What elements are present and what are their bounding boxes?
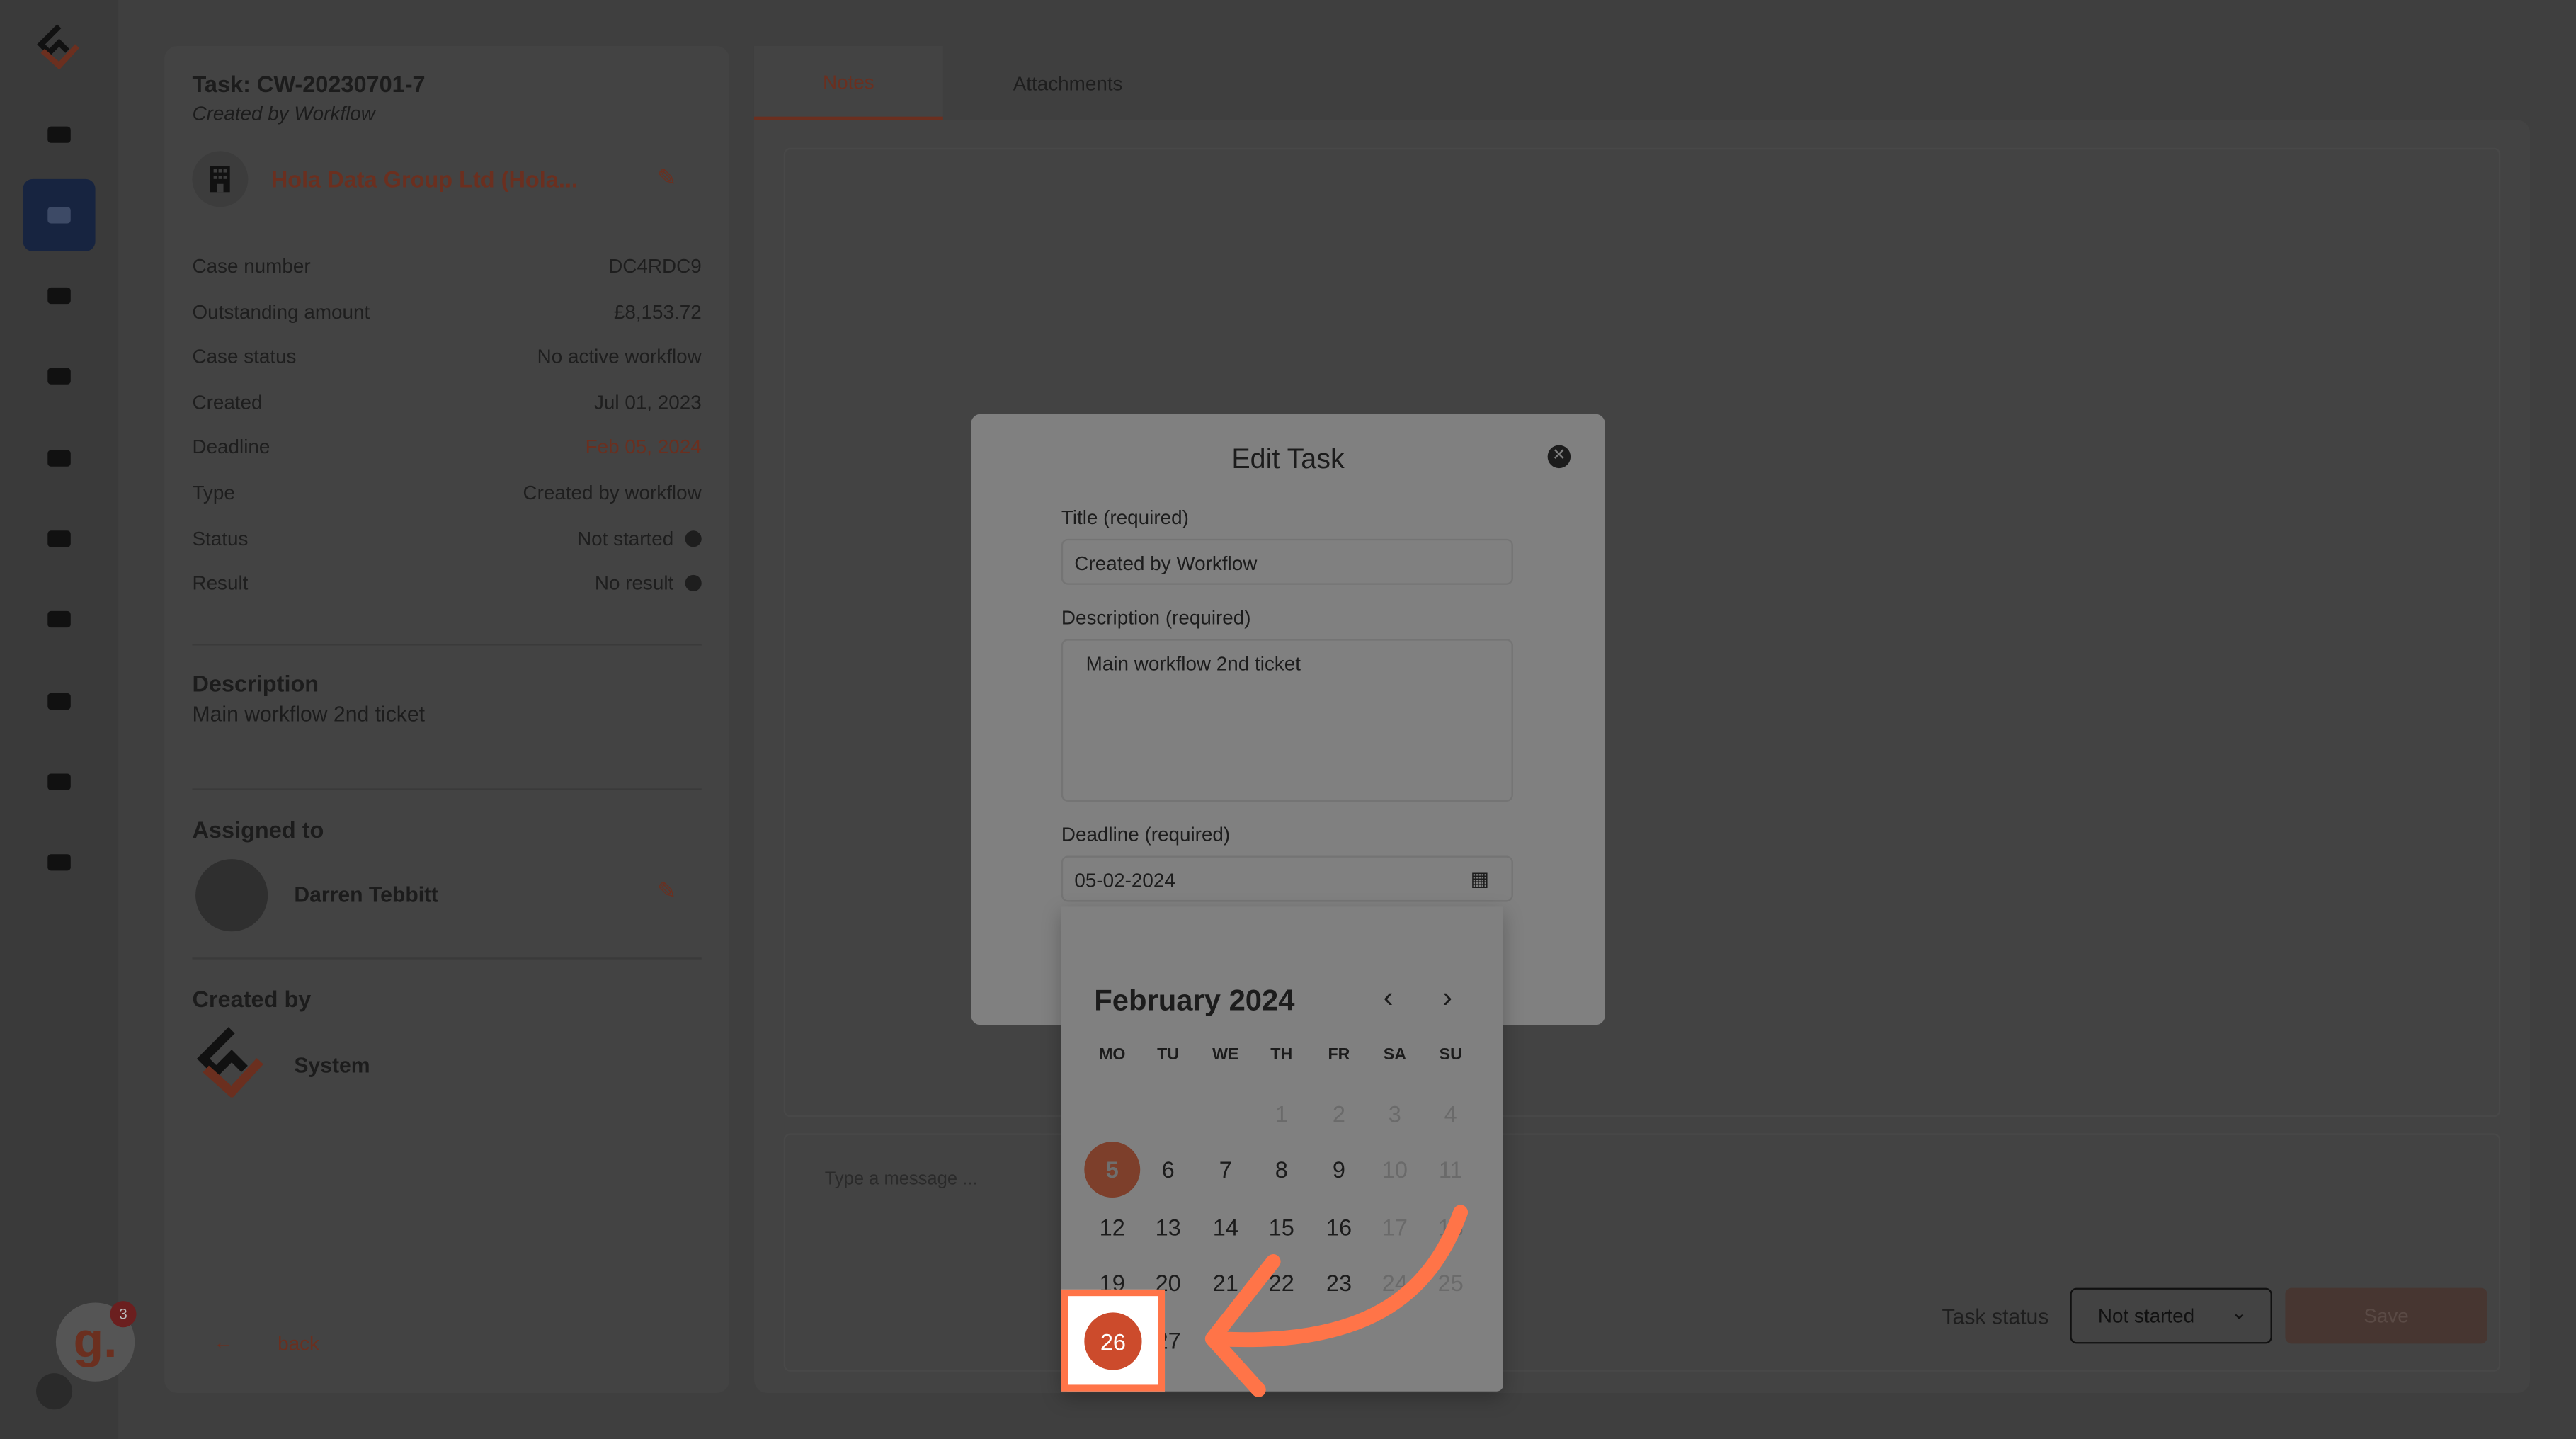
annotation-arrow-icon xyxy=(1204,1205,1469,1397)
